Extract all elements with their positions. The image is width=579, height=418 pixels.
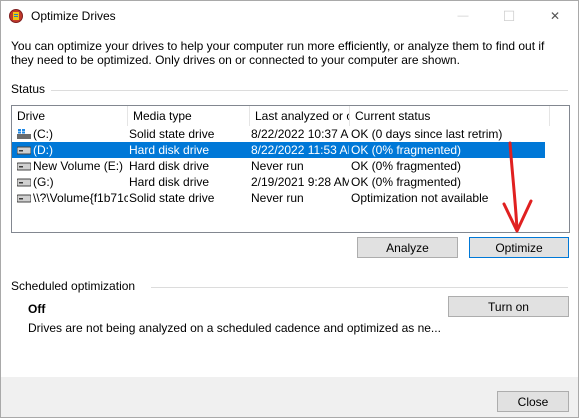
current-status: OK (0% fragmented) (351, 175, 462, 189)
title-bar[interactable]: Optimize Drives — ☐ ✕ (1, 1, 578, 31)
current-status: OK (0 days since last retrim) (351, 127, 503, 141)
footer: Close (1, 377, 578, 417)
current-status: OK (0% fragmented) (351, 143, 462, 157)
scheduled-section-label: Scheduled optimization (11, 279, 140, 293)
intro-text: You can optimize your drives to help you… (11, 39, 545, 67)
last-analyzed: Never run (251, 159, 304, 173)
hard-drive-icon (17, 146, 31, 155)
table-row[interactable]: (C:) Solid state drive 8/22/2022 10:37 A… (12, 126, 545, 142)
media-type: Solid state drive (129, 127, 215, 141)
last-analyzed: 2/19/2021 9:28 AM (251, 175, 349, 189)
column-header-media-type[interactable]: Media type (128, 106, 250, 126)
column-header-last-analyzed[interactable]: Last analyzed or o... (250, 106, 350, 126)
media-type: Solid state drive (129, 191, 215, 205)
schedule-description: Drives are not being analyzed on a sched… (28, 321, 441, 335)
drives-list[interactable]: Drive Media type Last analyzed or o... C… (11, 105, 570, 233)
status-divider (51, 90, 568, 91)
hard-drive-icon (17, 162, 31, 171)
last-analyzed: Never run (251, 191, 304, 205)
minimize-button[interactable]: — (440, 1, 486, 31)
maximize-button[interactable]: ☐ (486, 1, 532, 31)
table-row[interactable]: New Volume (E:) Hard disk drive Never ru… (12, 158, 545, 174)
last-analyzed: 8/22/2022 10:37 AM (251, 127, 349, 141)
drive-name: New Volume (E:) (33, 159, 124, 173)
windows-drive-icon (17, 129, 31, 139)
media-type: Hard disk drive (129, 175, 210, 189)
schedule-state: Off (28, 302, 46, 316)
scheduled-divider (151, 287, 568, 288)
drive-name: (G:) (33, 175, 54, 189)
drive-name: (C:) (33, 127, 53, 141)
close-window-button[interactable]: ✕ (532, 1, 578, 31)
current-status: Optimization not available (351, 191, 489, 205)
list-header: Drive Media type Last analyzed or o... C… (12, 106, 569, 126)
table-row[interactable]: (G:) Hard disk drive 2/19/2021 9:28 AM O… (12, 174, 545, 190)
drive-name: \\?\Volume{f1b71c... (33, 191, 128, 205)
maximize-icon: ☐ (502, 7, 516, 24)
status-section-label: Status (11, 82, 50, 96)
hard-drive-icon (17, 194, 31, 203)
optimize-button[interactable]: Optimize (469, 237, 569, 258)
minimize-icon: — (457, 10, 469, 22)
close-icon: ✕ (549, 9, 561, 23)
analyze-button[interactable]: Analyze (357, 237, 458, 258)
window-title: Optimize Drives (31, 9, 116, 23)
column-header-current-status[interactable]: Current status (350, 106, 550, 126)
hard-drive-icon (17, 178, 31, 187)
drive-name: (D:) (33, 143, 53, 157)
table-row-selected[interactable]: (D:) Hard disk drive 8/22/2022 11:53 AM … (12, 142, 545, 158)
last-analyzed: 8/22/2022 11:53 AM (251, 143, 349, 157)
turn-on-button[interactable]: Turn on (448, 296, 569, 317)
table-row[interactable]: \\?\Volume{f1b71c... Solid state drive N… (12, 190, 545, 206)
media-type: Hard disk drive (129, 143, 210, 157)
optimize-drives-window: Optimize Drives — ☐ ✕ You can optimize y… (0, 0, 579, 418)
close-button[interactable]: Close (497, 391, 569, 412)
current-status: OK (0% fragmented) (351, 159, 462, 173)
defrag-app-icon (9, 9, 23, 23)
column-header-drive[interactable]: Drive (12, 106, 128, 126)
media-type: Hard disk drive (129, 159, 210, 173)
